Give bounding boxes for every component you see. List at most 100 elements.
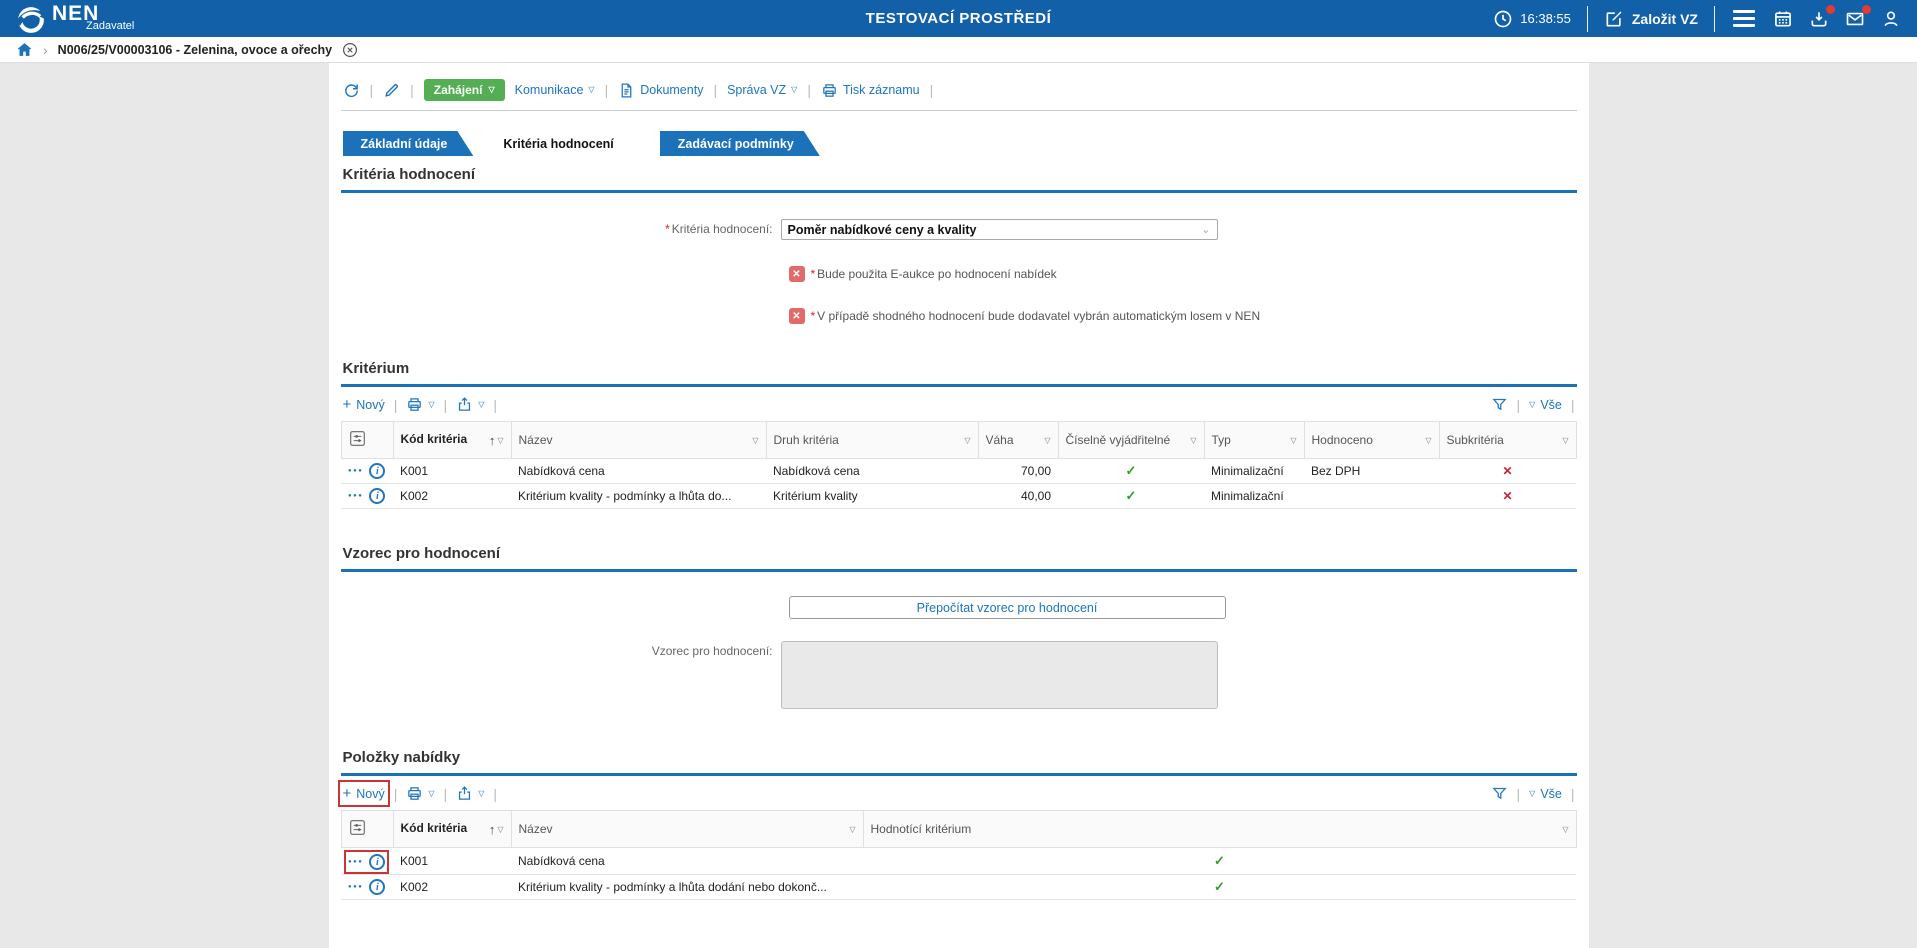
cell-hodnoceno: Bez DPH: [1304, 459, 1439, 484]
calendar-icon[interactable]: [1773, 9, 1793, 29]
row-actions-icon[interactable]: ●●●: [348, 493, 363, 499]
filter-chevron-icon[interactable]: ▽: [752, 436, 758, 445]
user-icon[interactable]: [1881, 9, 1901, 29]
info-icon[interactable]: i: [369, 488, 385, 504]
topbar-divider: [1587, 6, 1588, 32]
kriterium-header-row: Kód kritéria↑▽ Název▽ Druh kritéria▽ Váh…: [341, 422, 1576, 459]
plus-icon: +: [343, 785, 352, 802]
prepocitat-vzorec-button[interactable]: Přepočítat vzorec pro hodnocení: [789, 596, 1226, 619]
kriterium-new-button[interactable]: + Nový: [343, 396, 385, 413]
polozky-new-button[interactable]: + Nový: [343, 785, 385, 802]
kriterium-row-K002[interactable]: ●●● iK002Kritérium kvality - podmínky a …: [341, 484, 1576, 509]
cell-ciselne: ✓: [1058, 459, 1204, 484]
info-icon[interactable]: i: [369, 879, 385, 895]
filter-chevron-icon[interactable]: ▽: [1044, 436, 1050, 445]
chevron-down-icon: ⌄: [1201, 223, 1210, 236]
edit-icon[interactable]: [383, 82, 400, 99]
filter-icon[interactable]: [1491, 396, 1508, 413]
refresh-icon[interactable]: [343, 82, 360, 99]
nen-logo-icon: [16, 5, 46, 35]
chevron-down-icon: ▽: [428, 790, 434, 798]
create-vz-button[interactable]: Založit VZ: [1604, 9, 1698, 29]
flag-text-1: V případě shodného hodnocení bude dodava…: [817, 309, 1260, 323]
zahajeni-button[interactable]: Zahájení▽: [424, 79, 505, 101]
kriterium-print-menu[interactable]: ▽: [406, 396, 434, 413]
filter-icon[interactable]: [1491, 785, 1508, 802]
cell-name: Nabídková cena: [511, 459, 766, 484]
kriterium-export-menu[interactable]: ▽: [456, 396, 484, 413]
toolbar-divider: |: [370, 82, 374, 98]
kriteria-hodnoceni-select[interactable]: Poměr nabídkové ceny a kvality ⌄: [781, 219, 1218, 240]
col-hodnoceno[interactable]: Hodnoceno: [1312, 433, 1373, 447]
komunikace-menu[interactable]: Komunikace▽: [515, 83, 595, 97]
tab-zadavaci-podminky[interactable]: Zadávací podmínky: [660, 131, 820, 156]
cell-hodnotici: ✓: [863, 848, 1576, 875]
record-toolbar: | | Zahájení▽ Komunikace▽ | Dokumenty | …: [341, 73, 1577, 111]
downloads-button[interactable]: [1809, 9, 1829, 29]
sprava-vz-menu[interactable]: Správa VZ▽: [727, 83, 797, 97]
chevron-right-icon: ›: [43, 42, 48, 58]
cell-subkriteria: ✕: [1439, 484, 1576, 509]
polozky-export-menu[interactable]: ▽: [456, 785, 484, 802]
column-settings-icon[interactable]: [349, 430, 366, 447]
content-panel: | | Zahájení▽ Komunikace▽ | Dokumenty | …: [329, 63, 1589, 948]
col-kod-kriteria[interactable]: Kód kritéria: [401, 822, 468, 836]
col-subkriteria[interactable]: Subkritéria: [1447, 433, 1504, 447]
col-typ[interactable]: Typ: [1212, 433, 1231, 447]
nen-logo[interactable]: NEN Zadavatel: [16, 3, 134, 35]
cell-code: K001: [393, 848, 511, 875]
row-actions-icon[interactable]: ●●●: [348, 859, 363, 865]
cell-typ: Minimalizační: [1204, 459, 1304, 484]
close-icon[interactable]: [342, 42, 358, 58]
download-badge: [1826, 5, 1835, 14]
info-icon[interactable]: i: [369, 854, 385, 870]
chevron-down-icon: ▽: [488, 86, 494, 94]
row-actions-icon[interactable]: ●●●: [348, 884, 363, 890]
filter-chevron-icon[interactable]: ▽: [1562, 436, 1568, 445]
polozky-vse-menu[interactable]: ▽ Vše: [1529, 787, 1562, 801]
col-druh-kriteria[interactable]: Druh kritéria: [774, 433, 839, 447]
row-actions-icon[interactable]: ●●●: [348, 468, 363, 474]
toolbar-divider: |: [807, 82, 811, 98]
vzorec-textarea[interactable]: [781, 641, 1218, 709]
check-icon: ✓: [1214, 879, 1225, 894]
filter-chevron-icon[interactable]: ▽: [1290, 436, 1296, 445]
polozky-row-K002[interactable]: ●●● iK002Kritérium kvality - podmínky a …: [341, 875, 1576, 900]
section-title-kriterium: Kritérium: [341, 350, 1577, 384]
toolbar-divider: |: [605, 82, 609, 98]
col-ciselne[interactable]: Číselně vyjádřitelné: [1066, 433, 1171, 447]
col-kod-kriteria[interactable]: Kód kritéria: [401, 433, 468, 447]
polozky-row-K001[interactable]: ●●● iK001Nabídková cena✓: [341, 848, 1576, 875]
toolbar-divider: |: [713, 82, 717, 98]
info-icon[interactable]: i: [369, 463, 385, 479]
cell-typ: Minimalizační: [1204, 484, 1304, 509]
col-nazev[interactable]: Název: [519, 822, 553, 836]
tisk-zaznamu-button[interactable]: Tisk záznamu: [821, 82, 920, 99]
top-bar: NEN Zadavatel TESTOVACÍ PROSTŘEDÍ 16:38:…: [0, 0, 1917, 37]
filter-chevron-icon[interactable]: ▽: [1425, 436, 1431, 445]
filter-chevron-icon[interactable]: ▽: [849, 825, 855, 834]
home-icon[interactable]: [16, 41, 33, 58]
flag-unchecked-icon[interactable]: ✕: [789, 308, 805, 324]
kriterium-vse-menu[interactable]: ▽ Vše: [1529, 398, 1562, 412]
page-background: | | Zahájení▽ Komunikace▽ | Dokumenty | …: [0, 63, 1917, 948]
flag-unchecked-icon[interactable]: ✕: [789, 266, 805, 282]
tab-kriteria-hodnoceni[interactable]: Kritéria hodnocení: [479, 131, 653, 156]
tab-strip: Základní údaje Kritéria hodnocení Zadáva…: [341, 131, 1577, 156]
col-nazev[interactable]: Název: [519, 433, 553, 447]
kriterium-row-K001[interactable]: ●●● iK001Nabídková cenaNabídková cena70,…: [341, 459, 1576, 484]
col-hodnotici-kriterium[interactable]: Hodnotící kritérium: [871, 822, 972, 836]
polozky-print-menu[interactable]: ▽: [406, 785, 434, 802]
filter-chevron-icon[interactable]: ▽: [964, 436, 970, 445]
col-vaha[interactable]: Váha: [986, 433, 1014, 447]
filter-chevron-icon[interactable]: ▽: [1562, 825, 1568, 834]
filter-chevron-icon[interactable]: ▽: [1190, 436, 1196, 445]
messages-button[interactable]: [1845, 9, 1865, 29]
chevron-down-icon: ▽: [1529, 401, 1535, 409]
dokumenty-button[interactable]: Dokumenty: [618, 82, 703, 99]
export-icon: [456, 785, 473, 802]
tab-zakladni-udaje[interactable]: Základní údaje: [343, 131, 474, 156]
column-settings-icon[interactable]: [349, 819, 366, 836]
menu-icon[interactable]: [1731, 8, 1757, 29]
breadcrumb-item[interactable]: N006/25/V00003106 - Zelenina, ovoce a oř…: [58, 43, 332, 57]
